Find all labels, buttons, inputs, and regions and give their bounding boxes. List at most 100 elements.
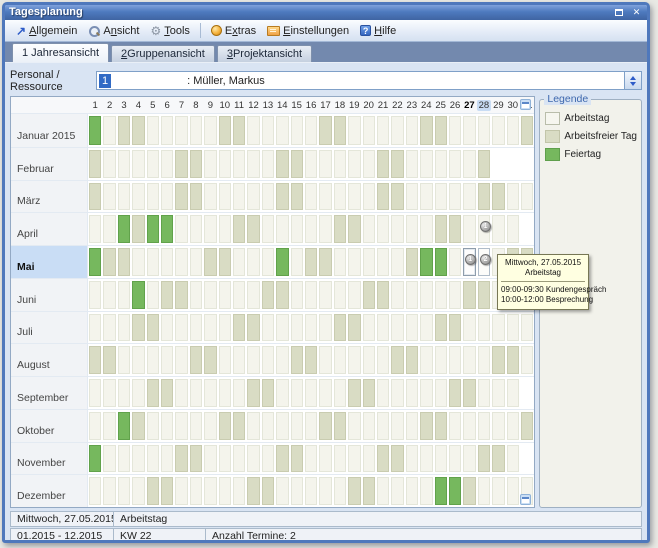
day-cell[interactable] [434,181,448,213]
day-cell[interactable] [174,279,188,311]
day-cell[interactable] [189,246,203,278]
day-cell[interactable] [491,377,505,409]
tab-gruppenansicht[interactable]: 2 Gruppenansicht [111,45,215,62]
day-cell[interactable] [491,410,505,442]
day-cell[interactable] [174,246,188,278]
day-cell[interactable] [160,410,174,442]
day-cell[interactable] [102,475,116,507]
day-cell[interactable] [218,148,232,180]
day-cell[interactable] [506,312,520,344]
day-cell[interactable] [477,312,491,344]
day-cell[interactable] [491,114,505,147]
day-cell[interactable] [347,344,361,376]
day-cell[interactable] [88,312,102,344]
day-cell[interactable] [218,213,232,245]
day-cell[interactable] [246,114,260,147]
day-cell[interactable] [347,475,361,507]
day-cell[interactable] [218,443,232,475]
day-cell[interactable] [146,410,160,442]
day-cell[interactable] [146,279,160,311]
day-cell[interactable] [203,246,217,278]
day-cell[interactable] [131,181,145,213]
day-cell[interactable] [160,114,174,147]
day-cell[interactable] [174,114,188,147]
day-cell[interactable] [218,344,232,376]
day-cell[interactable] [246,475,260,507]
day-cell[interactable] [347,410,361,442]
day-cell[interactable] [448,377,462,409]
day-cell[interactable] [347,377,361,409]
day-cell[interactable] [506,475,520,507]
day-cell[interactable] [218,279,232,311]
day-cell[interactable] [174,377,188,409]
day-cell[interactable] [419,114,433,147]
day-cell[interactable] [232,410,246,442]
day-cell[interactable] [102,181,116,213]
day-cell[interactable] [146,377,160,409]
day-cell[interactable] [333,475,347,507]
day-cell[interactable] [275,279,289,311]
day-cell[interactable] [174,344,188,376]
day-cell[interactable] [232,181,246,213]
day-cell[interactable] [362,181,376,213]
day-cell[interactable] [419,148,433,180]
day-cell[interactable] [405,377,419,409]
menu-einstellungen[interactable]: Einstellungen [262,24,354,38]
day-cell[interactable] [376,344,390,376]
day-cell[interactable] [189,312,203,344]
day-cell[interactable] [506,443,520,475]
day-cell[interactable] [390,148,404,180]
day-cell[interactable] [203,279,217,311]
day-cell[interactable] [491,213,505,245]
day-cell[interactable] [419,344,433,376]
day-cell[interactable] [218,377,232,409]
day-cell[interactable] [102,377,116,409]
day-cell[interactable] [333,410,347,442]
day-cell[interactable] [117,443,131,475]
day-cell[interactable] [117,148,131,180]
day-cell[interactable] [189,410,203,442]
day-cell[interactable] [174,410,188,442]
day-cell[interactable] [232,114,246,147]
day-cell[interactable] [390,312,404,344]
day-cell[interactable] [261,312,275,344]
day-cell[interactable] [160,148,174,180]
day-cell[interactable] [290,344,304,376]
day-cell[interactable] [290,279,304,311]
day-cell[interactable] [203,213,217,245]
day-cell[interactable] [261,475,275,507]
day-cell[interactable] [290,181,304,213]
day-cell[interactable] [390,213,404,245]
day-cell[interactable] [318,246,332,278]
day-cell[interactable] [477,410,491,442]
day-cell[interactable] [246,377,260,409]
day-cell[interactable] [174,181,188,213]
day-cell[interactable] [347,114,361,147]
day-cell[interactable] [448,148,462,180]
day-cell[interactable] [102,114,116,147]
day-cell[interactable] [131,114,145,147]
day-cell[interactable] [462,312,476,344]
tab-projektansicht[interactable]: 3 Projektansicht [217,45,312,62]
day-cell[interactable] [275,312,289,344]
day-cell[interactable] [333,443,347,475]
day-cell[interactable] [362,246,376,278]
day-cell[interactable] [419,377,433,409]
day-cell[interactable] [304,443,318,475]
day-cell[interactable] [405,443,419,475]
day-cell[interactable] [390,181,404,213]
day-cell[interactable] [131,213,145,245]
day-cell[interactable] [376,114,390,147]
day-cell[interactable] [275,475,289,507]
day-cell[interactable] [304,148,318,180]
day-cell[interactable] [189,377,203,409]
day-cell[interactable] [419,246,433,278]
day-cell[interactable] [232,279,246,311]
day-cell[interactable] [102,443,116,475]
day-cell[interactable] [232,344,246,376]
day-cell[interactable] [448,443,462,475]
day-cell[interactable] [275,410,289,442]
day-cell[interactable] [405,475,419,507]
day-cell[interactable] [102,279,116,311]
day-cell[interactable] [88,114,102,147]
